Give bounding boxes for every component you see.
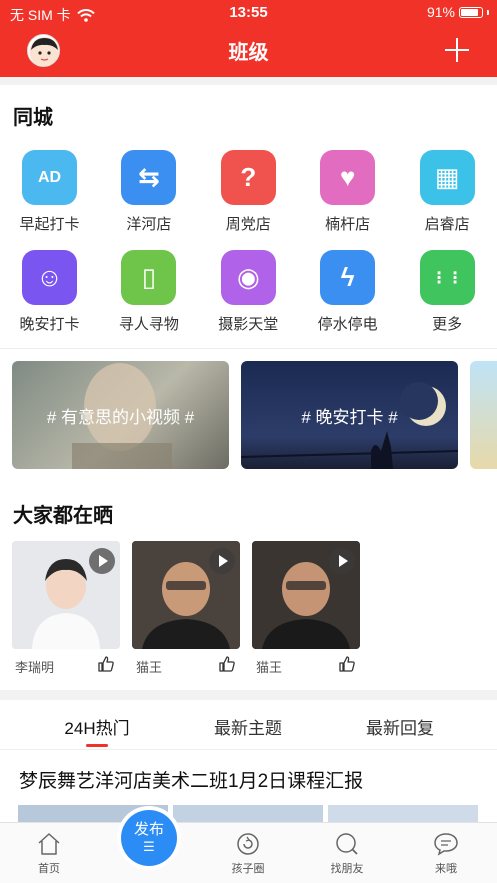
- feed-tabs: 24H热门 最新主题 最新回复: [0, 700, 497, 750]
- poster-name: 李瑞明: [15, 660, 55, 675]
- tabbar-home[interactable]: 首页: [14, 831, 84, 876]
- section-title-shai: 大家都在晒: [13, 505, 113, 527]
- play-icon[interactable]: [89, 548, 115, 574]
- grid-item[interactable]: ◉ 摄影天堂: [199, 250, 298, 334]
- post-title[interactable]: 梦辰舞艺洋河店美术二班1月2日课程汇报: [19, 766, 363, 793]
- grid-item-label: 停水停电: [317, 316, 378, 333]
- grid-item-label: 洋河店: [126, 216, 172, 233]
- grid-item[interactable]: AD 早起打卡: [0, 150, 99, 234]
- like-icon[interactable]: [338, 655, 356, 673]
- grid-item-label: 晚安打卡: [19, 316, 80, 333]
- question-icon: ?: [220, 150, 276, 205]
- grid-item-label: 摄影天堂: [218, 316, 279, 333]
- play-icon[interactable]: [329, 548, 355, 574]
- phone-shake-icon: ▯: [121, 250, 177, 305]
- tabbar-chat-label: 来哦: [435, 863, 457, 875]
- add-icon[interactable]: [445, 38, 469, 62]
- clock: 13:55: [229, 4, 268, 21]
- grid-item[interactable]: ☺ 晚安打卡: [0, 250, 99, 334]
- tabbar-kids-circle[interactable]: 孩子圈: [213, 831, 283, 876]
- tab-indicator: [86, 744, 108, 747]
- building-icon: ▦: [419, 150, 475, 205]
- grid-item[interactable]: ⇆ 洋河店: [99, 150, 198, 234]
- more-grid-icon: ⋮⋮: [419, 250, 475, 305]
- menu-lines-icon: ☰: [143, 839, 155, 854]
- grid-item-label: 早起打卡: [19, 216, 80, 233]
- section-title-tongcheng: 同城: [13, 107, 53, 129]
- grid-item[interactable]: ϟ 停水停电: [298, 250, 397, 334]
- grid-item-label: 启睿店: [424, 216, 470, 233]
- grid-item[interactable]: ? 周党店: [199, 150, 298, 234]
- shai-photo-1[interactable]: [12, 541, 120, 649]
- grid-item[interactable]: ▯ 寻人寻物: [99, 250, 198, 334]
- battery: 91%: [427, 4, 489, 20]
- grid-item-label: 寻人寻物: [118, 316, 179, 333]
- shai-photo-3[interactable]: [252, 541, 360, 649]
- banner-goodnight-label: # 晚安打卡 #: [301, 407, 398, 427]
- battery-percent: 91%: [426, 4, 455, 20]
- publish-label: 发布: [133, 821, 164, 838]
- circle-refresh-icon: [237, 833, 259, 855]
- bottom-tab-bar: 首页 孩子圈 找朋友 来哦: [0, 822, 497, 883]
- chat-bubble-icon: [434, 833, 458, 856]
- cheers-icon: ♥: [320, 150, 376, 205]
- grid-item[interactable]: ⋮⋮ 更多: [398, 250, 497, 334]
- shai-photo-2[interactable]: [132, 541, 240, 649]
- tab-latest-topic[interactable]: 最新主题: [178, 714, 318, 739]
- grid-item-label: 楠杆店: [325, 216, 371, 233]
- grid-item[interactable]: ▦ 启睿店: [398, 150, 497, 234]
- banner-video[interactable]: # 有意思的小视频 #: [12, 361, 229, 469]
- banner-goodnight[interactable]: # 晚安打卡 #: [241, 361, 458, 469]
- signpost-icon: ⇆: [121, 150, 177, 205]
- page-title: 班级: [228, 42, 269, 64]
- tabbar-home-label: 首页: [38, 863, 60, 875]
- play-icon[interactable]: [209, 548, 235, 574]
- publish-button[interactable]: 发布 ☰: [117, 806, 181, 870]
- battery-icon: [459, 6, 483, 18]
- poster-name: 猫王: [136, 660, 163, 675]
- home-icon: [38, 833, 60, 855]
- tabbar-kids-circle-label: 孩子圈: [231, 863, 265, 875]
- banner-video-label: # 有意思的小视频 #: [46, 407, 195, 427]
- grid-item[interactable]: ♥ 楠杆店: [298, 150, 397, 234]
- top-bar: 无 SIM 卡 13:55 91% 班级: [0, 0, 497, 77]
- ad-board-icon: AD: [22, 150, 77, 205]
- status-bar: 无 SIM 卡 13:55 91%: [0, 0, 497, 27]
- tabbar-find-friends-label: 找朋友: [330, 863, 364, 875]
- water-power-icon: ϟ: [320, 250, 376, 305]
- poster-name: 猫王: [256, 660, 283, 675]
- grid-item-label: 周党店: [225, 216, 271, 233]
- camera-icon: ◉: [220, 250, 276, 305]
- moon-face-icon: ☺: [22, 250, 77, 305]
- like-icon[interactable]: [97, 655, 115, 673]
- grid-item-label: 更多: [432, 316, 463, 333]
- tab-hot[interactable]: 24H热门: [27, 714, 167, 739]
- tabbar-chat[interactable]: 来哦: [411, 831, 481, 876]
- banner-partial[interactable]: [470, 361, 497, 469]
- search-friend-icon: [336, 833, 358, 855]
- like-icon[interactable]: [218, 655, 236, 673]
- tabbar-find-friends[interactable]: 找朋友: [312, 831, 382, 876]
- tab-latest-reply[interactable]: 最新回复: [330, 714, 470, 739]
